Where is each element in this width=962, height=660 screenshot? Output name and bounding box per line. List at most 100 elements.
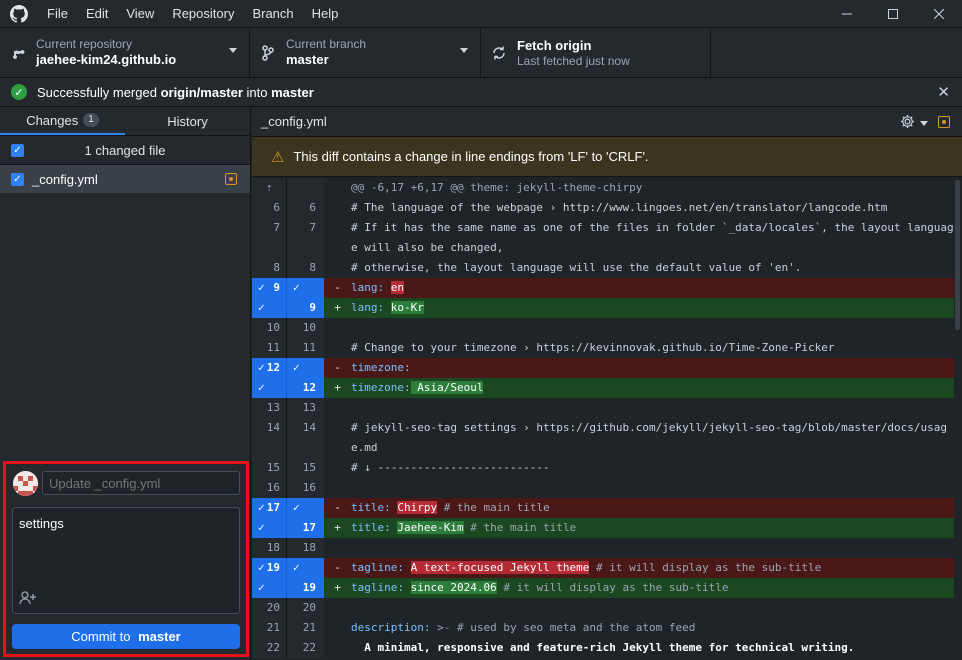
added-line[interactable]: ✓ 17 + title: Jaehee-Kim # the main title	[252, 518, 962, 538]
removed-value: en	[390, 281, 404, 294]
tab-changes-label: Changes	[26, 112, 79, 128]
menu-file[interactable]: File	[38, 0, 77, 27]
changed-files-count: 1 changed file	[84, 142, 166, 158]
added-line[interactable]: ✓ 9 + lang: ko-Kr	[252, 298, 962, 318]
new-line-number: 9	[309, 301, 316, 314]
yaml-key: title:	[351, 501, 391, 514]
yaml-key: lang:	[351, 281, 385, 294]
commit-button[interactable]: Commit to master	[12, 624, 240, 649]
menu-branch[interactable]: Branch	[243, 0, 302, 27]
old-line-number: 17	[266, 501, 280, 514]
fetch-label: Fetch origin	[517, 38, 592, 53]
new-line-number: 22	[302, 641, 316, 654]
banner-middle: into	[242, 84, 272, 100]
diff-line: 22 22 A minimal, responsive and feature-r…	[252, 638, 962, 658]
expand-icon: ⇡	[252, 178, 287, 198]
commit-description-text: settings	[19, 516, 64, 531]
file-list-item[interactable]: ✓ _config.yml	[0, 165, 250, 193]
diff-line: 7 7 # If it has the same name as one of t…	[252, 218, 962, 258]
new-line-number: 11	[302, 341, 316, 354]
diff-body: ⇡ @@ -6,17 +6,17 @@ theme: jekyll-theme-…	[252, 178, 962, 660]
repo-name: jaehee-kim24.github.io	[36, 52, 177, 67]
select-all-checkbox[interactable]: ✓	[11, 144, 24, 157]
addition-marker: +	[334, 301, 341, 314]
deletion-marker: -	[334, 561, 341, 574]
repository-selector[interactable]: Current repository jaehee-kim24.github.i…	[0, 28, 250, 77]
check-circle-icon: ✓	[11, 84, 27, 100]
minimize-icon[interactable]	[824, 0, 870, 27]
tab-changes[interactable]: Changes 1	[0, 107, 125, 135]
deleted-line[interactable]: ✓ 12 ✓ - timezone:	[252, 358, 962, 378]
diff-line: 16 16	[252, 478, 962, 498]
deleted-line[interactable]: ✓ 9 ✓ - lang: en	[252, 278, 962, 298]
maximize-icon[interactable]	[870, 0, 916, 27]
deleted-line[interactable]: ✓ 17 ✓ - title: Chirpy # the main title	[252, 498, 962, 518]
expand-hunk-button[interactable]: ⇡	[252, 178, 324, 198]
old-line-number: 18	[252, 538, 287, 558]
line-content: # Change to your timezone › https://kevi…	[351, 341, 835, 354]
avatar	[13, 471, 38, 496]
commit-summary-input[interactable]	[42, 471, 240, 495]
deleted-line[interactable]: ✓ 19 ✓ - tagline: A text-focused Jekyll th…	[252, 558, 962, 578]
chevron-down-icon	[920, 120, 928, 126]
yaml-key: tagline:	[351, 581, 404, 594]
new-line-number: 16	[302, 481, 316, 494]
check-icon: ✓	[258, 381, 265, 394]
diff-header: _config.yml	[252, 107, 962, 137]
yaml-comment: >- # used by seo meta and the atom feed	[430, 621, 696, 634]
check-icon: ✓	[258, 361, 265, 374]
yaml-key: timezone:	[351, 381, 411, 394]
old-line-number: 6	[252, 198, 287, 218]
tab-history[interactable]: History	[125, 107, 250, 135]
file-checkbox[interactable]: ✓	[11, 172, 24, 186]
old-line-number: 14	[252, 418, 287, 458]
menu-view[interactable]: View	[117, 0, 163, 27]
new-line-number: 15	[302, 461, 316, 474]
added-value: Jaehee-Kim	[397, 521, 464, 534]
check-icon: ✓	[258, 561, 265, 574]
warning-icon: ⚠	[271, 148, 285, 166]
add-person-icon[interactable]	[19, 591, 37, 608]
yaml-key: timezone:	[351, 361, 411, 374]
close-window-icon[interactable]	[916, 0, 962, 27]
yaml-comment: # it will display as the sub-title	[589, 561, 822, 574]
added-value: Asia/Seoul	[410, 381, 484, 394]
old-line-number: 15	[252, 458, 287, 478]
diff-settings-button[interactable]	[900, 114, 928, 132]
new-line-number: 18	[302, 541, 316, 554]
addition-marker: +	[334, 381, 341, 394]
close-icon[interactable]: ✕	[937, 83, 950, 101]
check-icon: ✓	[258, 581, 265, 594]
sync-icon	[481, 45, 517, 61]
old-line-number: 21	[252, 618, 287, 638]
banner-prefix: Successfully merged	[37, 84, 161, 100]
menu-repository[interactable]: Repository	[163, 0, 243, 27]
toolbar: Current repository jaehee-kim24.github.i…	[0, 27, 962, 78]
title-bar: File Edit View Repository Branch Help	[0, 0, 962, 27]
commit-button-branch: master	[138, 629, 181, 644]
branch-selector[interactable]: Current branch master	[250, 28, 481, 77]
check-icon: ✓	[293, 561, 300, 574]
fetch-origin-button[interactable]: Fetch origin Last fetched just now	[481, 28, 711, 77]
menu-help[interactable]: Help	[303, 0, 348, 27]
scroll-thumb[interactable]	[955, 180, 960, 330]
banner-source-branch: origin/master	[160, 84, 243, 100]
added-line[interactable]: ✓ 19 + tagline: since 2024.06 # it will d…	[252, 578, 962, 598]
old-line-number: 20	[252, 598, 287, 618]
new-line-number: 20	[302, 601, 316, 614]
added-line[interactable]: ✓ 12 + timezone: Asia/Seoul	[252, 378, 962, 398]
new-line-number: 14	[302, 421, 316, 434]
diff-panel: _config.yml ⚠ This diff contains a chang…	[252, 107, 962, 660]
changed-files-header: ✓ 1 changed file	[0, 136, 250, 165]
diff-scrollbar[interactable]	[954, 178, 962, 660]
hunk-header-text: @@ -6,17 +6,17 @@ theme: jekyll-theme-ch…	[351, 181, 643, 194]
addition-marker: +	[334, 581, 341, 594]
menu-edit[interactable]: Edit	[77, 0, 117, 27]
added-value: since 2024.06	[410, 581, 497, 594]
new-line-number: 8	[309, 261, 316, 274]
commit-description-field[interactable]: settings	[12, 507, 240, 614]
old-line-number: 19	[266, 561, 280, 574]
yaml-comment: # the main title	[437, 501, 550, 514]
banner-target-branch: master	[271, 84, 314, 100]
addition-marker: +	[334, 521, 341, 534]
